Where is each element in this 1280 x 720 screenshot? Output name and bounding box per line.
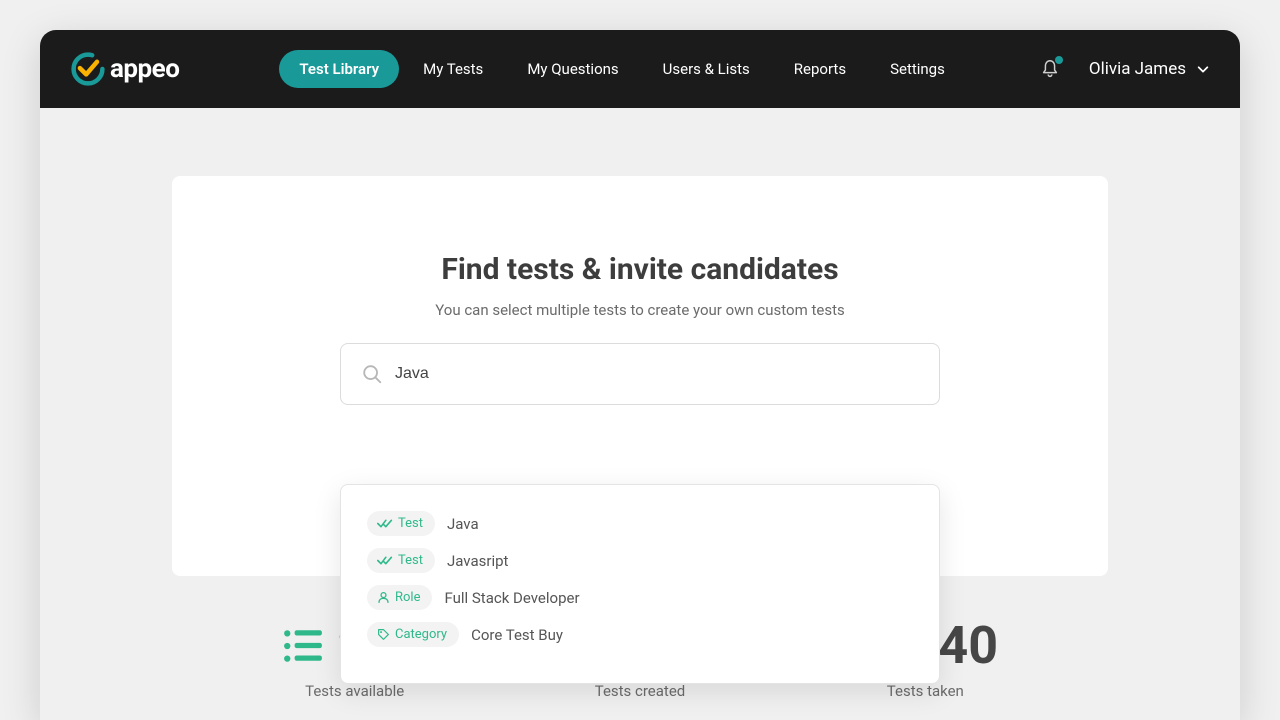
badge-label: Test xyxy=(398,516,423,531)
nav-test-library[interactable]: Test Library xyxy=(279,50,399,88)
app-window: appeo Test Library My Tests My Questions… xyxy=(40,30,1240,720)
badge-label: Test xyxy=(398,553,423,568)
nav-reports[interactable]: Reports xyxy=(774,50,866,88)
list-icon xyxy=(282,627,324,665)
double-check-icon xyxy=(377,518,393,529)
badge-label: Category xyxy=(395,627,447,642)
user-icon xyxy=(377,591,390,604)
suggestion-label: Core Test Buy xyxy=(471,626,563,644)
chevron-down-icon xyxy=(1196,62,1210,76)
topbar-right: Olivia James xyxy=(1039,58,1210,80)
suggestion-row[interactable]: Category Core Test Buy xyxy=(367,616,913,653)
badge-test: Test xyxy=(367,548,435,573)
badge-category: Category xyxy=(367,622,459,647)
user-name: Olivia James xyxy=(1089,59,1186,79)
badge-label: Role xyxy=(395,590,420,605)
badge-role: Role xyxy=(367,585,432,610)
primary-nav: Test Library My Tests My Questions Users… xyxy=(279,50,964,88)
suggestion-label: Java xyxy=(447,515,479,533)
nav-my-tests[interactable]: My Tests xyxy=(403,50,503,88)
stat-label: Tests available xyxy=(305,682,404,700)
brand-name: appeo xyxy=(110,54,179,84)
page-content: Find tests & invite candidates You can s… xyxy=(40,108,1240,700)
double-check-icon xyxy=(377,555,393,566)
search-box[interactable] xyxy=(340,343,940,405)
user-menu[interactable]: Olivia James xyxy=(1089,59,1210,79)
stat-label: Tests created xyxy=(595,682,686,700)
nav-users-lists[interactable]: Users & Lists xyxy=(643,50,770,88)
badge-test: Test xyxy=(367,511,435,536)
suggestion-row[interactable]: Test Java xyxy=(367,505,913,542)
brand-logo[interactable]: appeo xyxy=(70,51,179,87)
notifications-button[interactable] xyxy=(1039,58,1061,80)
logo-mark-icon xyxy=(70,51,106,87)
nav-settings[interactable]: Settings xyxy=(870,50,965,88)
search-suggestions: Test Java Test Javasript xyxy=(340,484,940,684)
suggestion-row[interactable]: Role Full Stack Developer xyxy=(367,579,913,616)
notification-dot-icon xyxy=(1055,56,1063,64)
suggestion-row[interactable]: Test Javasript xyxy=(367,542,913,579)
tag-icon xyxy=(377,628,390,641)
stat-label: Tests taken xyxy=(887,682,964,700)
nav-my-questions[interactable]: My Questions xyxy=(507,50,638,88)
top-bar: appeo Test Library My Tests My Questions… xyxy=(40,30,1240,108)
search-input[interactable] xyxy=(395,365,919,383)
search-icon xyxy=(361,363,383,385)
page-subtitle: You can select multiple tests to create … xyxy=(172,301,1108,319)
suggestion-label: Javasript xyxy=(447,552,508,570)
suggestion-label: Full Stack Developer xyxy=(444,589,579,607)
page-title: Find tests & invite candidates xyxy=(172,252,1108,287)
